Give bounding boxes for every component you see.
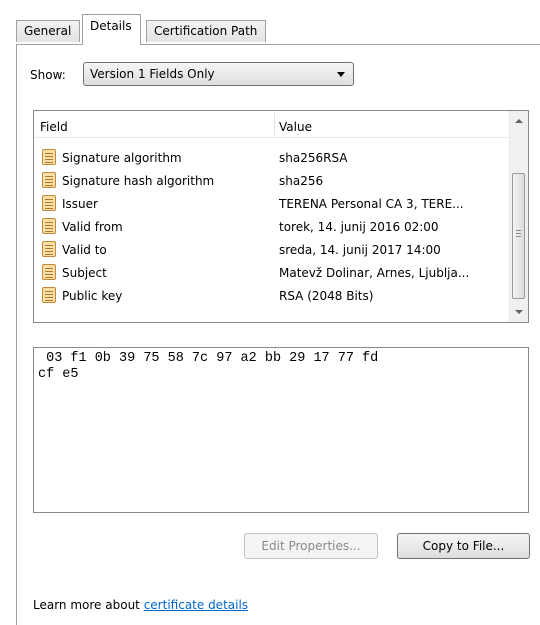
field-name: Signature hash algorithm [62,174,215,188]
column-header-value[interactable]: Value [279,120,312,134]
field-name: Issuer [62,197,98,211]
field-value: TERENA Personal CA 3, TERE... [279,197,464,211]
show-dropdown-value: Version 1 Fields Only [90,67,215,81]
certificate-field-icon [42,195,56,211]
tab-general[interactable]: General [16,20,81,42]
show-label: Show: [30,68,66,82]
list-item[interactable]: Public key RSA (2048 Bits) [34,285,510,308]
certificate-field-icon [42,172,56,188]
column-separator[interactable] [274,113,275,136]
certificate-field-icon [42,264,56,280]
field-detail-textbox[interactable]: 03 f1 0b 39 75 58 7c 97 a2 bb 29 17 77 f… [33,347,529,513]
column-header-field[interactable]: Field [40,120,68,134]
edit-properties-button[interactable]: Edit Properties... [244,533,378,559]
tab-details[interactable]: Details [82,14,141,45]
list-header: Field Value [34,111,510,138]
field-value: torek, 14. junij 2016 02:00 [279,220,439,234]
list-item[interactable]: Signature algorithm sha256RSA [34,147,510,170]
list-item[interactable]: Issuer TERENA Personal CA 3, TERE... [34,193,510,216]
dropdown-arrow-icon [337,72,345,77]
field-name: Valid from [62,220,123,234]
field-name: Valid to [62,243,107,257]
list-item[interactable]: Signature hash algorithm sha256 [34,170,510,193]
field-value: sreda, 14. junij 2017 14:00 [279,243,441,257]
grip-line [516,230,521,231]
certificate-details-link[interactable]: certificate details [144,598,248,612]
field-value: Matevž Dolinar, Arnes, Ljublja... [279,266,470,280]
copy-to-file-button[interactable]: Copy to File... [397,533,530,559]
grip-line [516,236,521,237]
tab-certification-path[interactable]: Certification Path [146,20,267,42]
fields-list[interactable]: Field Value Signature algorithm sha256RS… [33,110,529,323]
field-name: Subject [62,266,107,280]
field-name: Signature algorithm [62,151,182,165]
list-item[interactable]: Valid from torek, 14. junij 2016 02:00 [34,216,510,239]
certificate-field-icon [42,218,56,234]
show-dropdown[interactable]: Version 1 Fields Only [83,62,354,86]
scrollbar-thumb[interactable] [512,173,525,299]
certificate-field-icon [42,241,56,257]
scroll-down-arrow-icon[interactable] [515,310,523,314]
field-value: sha256RSA [279,151,348,165]
learn-more-text: Learn more about certificate details [33,598,248,612]
list-item[interactable]: Subject Matevž Dolinar, Arnes, Ljublja..… [34,262,510,285]
list-item[interactable]: Valid to sreda, 14. junij 2017 14:00 [34,239,510,262]
field-name: Public key [62,289,123,303]
certificate-field-icon [42,287,56,303]
vertical-scrollbar[interactable] [509,111,528,322]
field-value: sha256 [279,174,324,188]
field-value: RSA (2048 Bits) [279,289,374,303]
scroll-up-arrow-icon[interactable] [515,119,523,123]
learn-more-label: Learn more about [33,598,144,612]
certificate-field-icon [42,149,56,165]
grip-line [516,233,521,234]
